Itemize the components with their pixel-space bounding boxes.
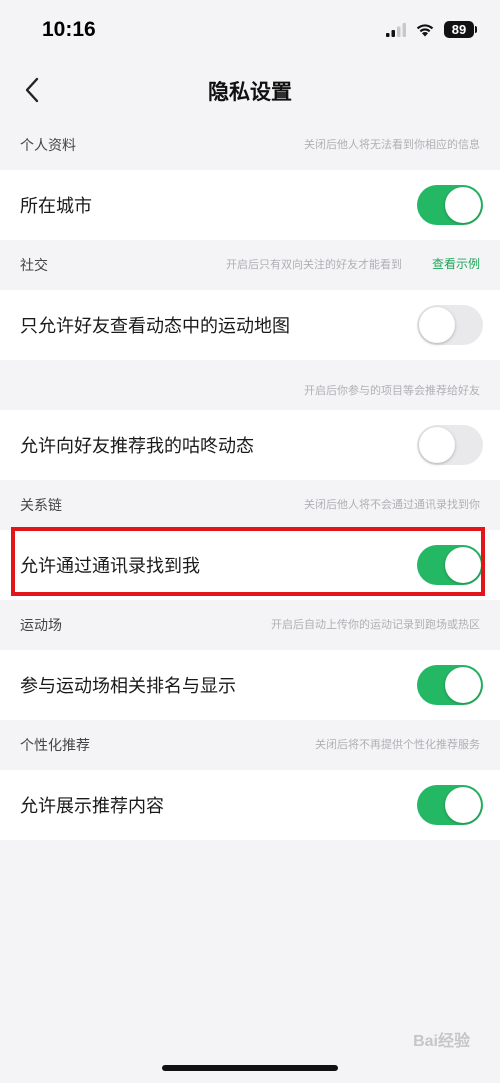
section-hint: 关闭后他人将无法看到你相应的信息 bbox=[304, 138, 480, 151]
battery-icon: 89 bbox=[444, 21, 477, 38]
section-header-recommend-friends: 开启后你参与的项目等会推荐给好友 bbox=[0, 360, 500, 410]
toggle-knob bbox=[419, 307, 455, 343]
section-hint: 关闭后他人将不会通过通讯录找到你 bbox=[304, 498, 480, 511]
status-icons: 89 bbox=[386, 21, 477, 38]
view-example-link[interactable]: 查看示例 bbox=[432, 255, 480, 272]
home-indicator[interactable] bbox=[162, 1065, 338, 1071]
setting-label: 允许向好友推荐我的咕咚动态 bbox=[20, 436, 254, 457]
section-header-social: 社交 开启后只有双向关注的好友才能看到 查看示例 bbox=[0, 240, 500, 290]
status-time: 10:16 bbox=[42, 18, 96, 41]
ranking-toggle[interactable] bbox=[417, 665, 483, 705]
section-title: 运动场 bbox=[20, 618, 62, 634]
setting-row-sport-map: 只允许好友查看动态中的运动地图 bbox=[0, 290, 500, 360]
section-header-relations: 关系链 关闭后他人将不会通过通讯录找到你 bbox=[0, 480, 500, 530]
setting-label: 参与运动场相关排名与显示 bbox=[20, 676, 236, 697]
section-header-sports-field: 运动场 开启后自动上传你的运动记录到跑场或热区 bbox=[0, 600, 500, 650]
toggle-knob bbox=[445, 547, 481, 583]
toggle-knob bbox=[445, 667, 481, 703]
section-title: 个性化推荐 bbox=[20, 738, 90, 754]
status-bar: 10:16 89 bbox=[0, 0, 500, 62]
section-title: 社交 bbox=[20, 258, 48, 274]
section-hint: 关闭后将不再提供个性化推荐服务 bbox=[315, 738, 480, 751]
contacts-toggle[interactable] bbox=[417, 545, 483, 585]
section-header-profile: 个人资料 关闭后他人将无法看到你相应的信息 bbox=[0, 120, 500, 170]
sport-map-toggle[interactable] bbox=[417, 305, 483, 345]
section-hint: 开启后自动上传你的运动记录到跑场或热区 bbox=[271, 618, 480, 631]
wifi-icon bbox=[416, 24, 434, 37]
setting-row-ranking: 参与运动场相关排名与显示 bbox=[0, 650, 500, 720]
toggle-knob bbox=[419, 427, 455, 463]
toggle-knob bbox=[445, 187, 481, 223]
toggle-knob bbox=[445, 787, 481, 823]
setting-label: 所在城市 bbox=[20, 196, 92, 217]
setting-label: 允许展示推荐内容 bbox=[20, 796, 164, 817]
section-hint: 开启后只有双向关注的好友才能看到 bbox=[226, 258, 402, 271]
section-header-personalized: 个性化推荐 关闭后将不再提供个性化推荐服务 bbox=[0, 720, 500, 770]
setting-row-city: 所在城市 bbox=[0, 170, 500, 240]
section-title: 个人资料 bbox=[20, 138, 76, 154]
page-title: 隐私设置 bbox=[208, 80, 292, 104]
city-toggle[interactable] bbox=[417, 185, 483, 225]
setting-row-contacts: 允许通过通讯录找到我 bbox=[0, 530, 500, 600]
setting-row-recommend-content: 允许展示推荐内容 bbox=[0, 770, 500, 840]
setting-row-recommend-dynamics: 允许向好友推荐我的咕咚动态 bbox=[0, 410, 500, 480]
nav-bar: 隐私设置 bbox=[0, 62, 500, 118]
watermark-logo: Bai经验 bbox=[413, 1033, 470, 1050]
section-hint: 开启后你参与的项目等会推荐给好友 bbox=[304, 384, 480, 397]
signal-icon bbox=[386, 22, 406, 37]
recommend-content-toggle[interactable] bbox=[417, 785, 483, 825]
section-title: 关系链 bbox=[20, 498, 62, 514]
recommend-dynamics-toggle[interactable] bbox=[417, 425, 483, 465]
setting-label: 只允许好友查看动态中的运动地图 bbox=[20, 316, 290, 337]
setting-label: 允许通过通讯录找到我 bbox=[20, 556, 200, 577]
